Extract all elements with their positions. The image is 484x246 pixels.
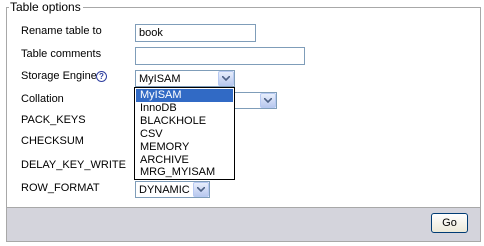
footer-bar (6, 207, 481, 242)
help-icon[interactable]: ? (96, 71, 107, 82)
collation-label: Collation (21, 93, 64, 105)
rename-table-label: Rename table to (21, 25, 102, 37)
row-format-value: DYNAMIC (139, 184, 190, 196)
storage-engine-label: Storage Engine (21, 70, 97, 82)
table-comments-label: Table comments (21, 48, 102, 60)
engine-option-myisam[interactable]: MyISAM (136, 89, 233, 102)
pack-keys-label: PACK_KEYS (21, 114, 86, 126)
table-comments-input[interactable] (135, 47, 305, 65)
chevron-down-icon[interactable] (260, 93, 276, 108)
chevron-down-icon[interactable] (193, 182, 209, 197)
engine-option-mrg-myisam[interactable]: MRG_MYISAM (136, 166, 233, 179)
storage-engine-dropdown-list: MyISAM InnoDB BLACKHOLE CSV MEMORY ARCHI… (134, 87, 235, 180)
delay-key-write-label: DELAY_KEY_WRITE (21, 159, 126, 171)
fieldset-legend: Table options (9, 0, 83, 14)
engine-option-memory[interactable]: MEMORY (136, 141, 233, 154)
engine-option-innodb[interactable]: InnoDB (136, 102, 233, 115)
rename-table-input[interactable]: book (135, 24, 256, 42)
row-format-label: ROW_FORMAT (21, 182, 100, 194)
storage-engine-select[interactable]: MyISAM (135, 70, 235, 87)
go-button[interactable]: Go (431, 213, 468, 233)
engine-option-blackhole[interactable]: BLACKHOLE (136, 115, 233, 128)
checksum-label: CHECKSUM (21, 135, 84, 147)
row-format-select[interactable]: DYNAMIC (135, 181, 210, 198)
storage-engine-value: MyISAM (139, 73, 181, 85)
chevron-down-icon[interactable] (218, 71, 234, 86)
engine-option-csv[interactable]: CSV (136, 128, 233, 141)
